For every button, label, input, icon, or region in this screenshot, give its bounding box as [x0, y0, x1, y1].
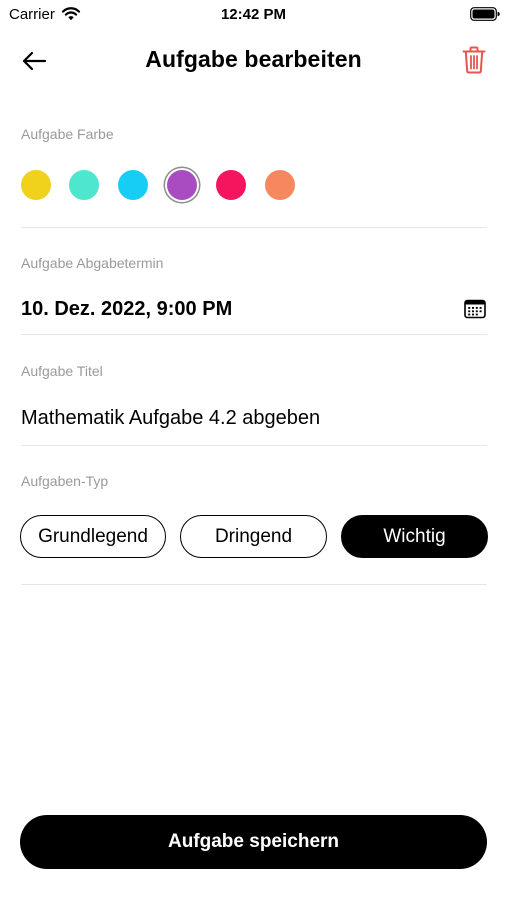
type-option-grundlegend[interactable]: Grundlegend	[20, 515, 166, 558]
page-title: Aufgabe bearbeiten	[145, 46, 362, 72]
color-swatch-cyan[interactable]	[118, 170, 148, 200]
type-option-wichtig[interactable]: Wichtig	[341, 515, 488, 558]
title-section-label: Aufgabe Titel	[21, 363, 103, 379]
battery-icon	[470, 7, 500, 21]
navigation-bar: Aufgabe bearbeiten	[0, 38, 507, 84]
status-bar: Carrier 12:42 PM	[0, 0, 507, 30]
color-swatch-turquoise[interactable]	[69, 170, 99, 200]
calendar-icon[interactable]	[464, 299, 486, 319]
color-section-label: Aufgabe Farbe	[21, 126, 114, 142]
divider	[21, 584, 487, 585]
deadline-section-label: Aufgabe Abgabetermin	[21, 255, 164, 271]
status-time: 12:42 PM	[220, 6, 287, 23]
color-swatch-purple[interactable]	[167, 170, 197, 200]
deadline-value[interactable]: 10. Dez. 2022, 9:00 PM	[21, 298, 232, 321]
color-picker	[21, 169, 321, 201]
save-button[interactable]: Aufgabe speichern	[20, 815, 487, 869]
divider	[21, 334, 487, 335]
divider	[21, 227, 487, 228]
divider	[21, 445, 487, 446]
type-option-dringend[interactable]: Dringend	[180, 515, 327, 558]
color-swatch-orange[interactable]	[265, 170, 295, 200]
type-section-label: Aufgaben-Typ	[21, 473, 109, 489]
color-swatch-yellow[interactable]	[21, 170, 51, 200]
title-input[interactable]: Mathematik Aufgabe 4.2 abgeben	[21, 407, 320, 430]
delete-button[interactable]	[460, 44, 488, 76]
trash-icon	[462, 46, 486, 74]
color-swatch-pink[interactable]	[216, 170, 246, 200]
